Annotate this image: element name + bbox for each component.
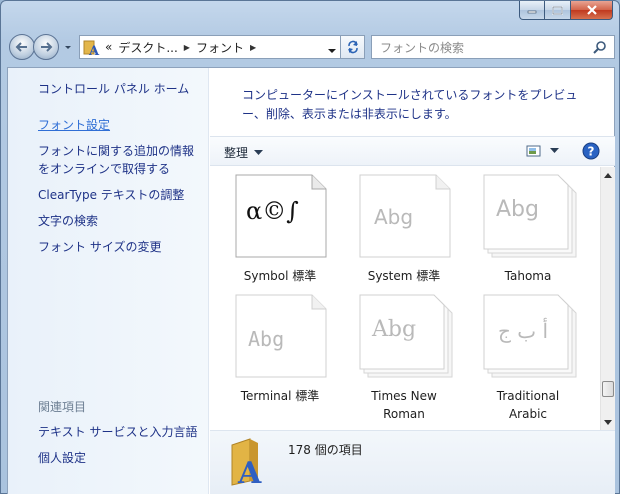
back-button[interactable] <box>9 34 35 60</box>
chevron-down-icon <box>65 46 71 49</box>
font-sample-text: Abg <box>374 205 414 229</box>
help-button[interactable]: ? <box>582 142 600 163</box>
address-bar[interactable]: A « デスクト... ▶ フォント ▶ <box>79 35 341 59</box>
chevron-down-icon <box>254 149 264 155</box>
font-name-line2: Roman <box>383 407 425 421</box>
scroll-down-button[interactable] <box>601 414 615 430</box>
minimize-icon <box>527 10 537 14</box>
forward-button[interactable] <box>33 34 59 60</box>
font-sample-text: أ ب ج <box>498 319 549 343</box>
search-input[interactable]: フォントの検索 <box>371 35 615 59</box>
scroll-up-arrow-icon <box>604 172 612 178</box>
close-button[interactable] <box>571 1 613 20</box>
cleartype-link[interactable]: ClearType テキストの調整 <box>38 186 184 204</box>
maximize-icon <box>552 5 563 15</box>
refresh-icon <box>347 40 358 54</box>
breadcrumb-arrow-icon[interactable]: ▶ <box>250 43 256 52</box>
find-character-link[interactable]: 文字の検索 <box>38 212 98 230</box>
change-view-button[interactable] <box>526 144 559 158</box>
personalize-link[interactable]: 個人設定 <box>38 449 86 467</box>
description-line: ー、削除、表示または非表示にします。 <box>242 107 457 121</box>
navigation-bar: A « デスクト... ▶ フォント ▶ フォントの検索 <box>7 31 615 61</box>
breadcrumb-fonts[interactable]: フォント <box>196 39 244 56</box>
organize-label: 整理 <box>224 146 249 160</box>
font-name-line1: Times New <box>371 389 437 403</box>
close-icon <box>586 5 597 15</box>
item-count: 178 個の項目 <box>288 443 363 457</box>
chevron-down-icon[interactable] <box>550 148 559 154</box>
task-pane: コントロール パネル ホーム フォント設定 フォントに関する追加の情報 をオンラ… <box>8 68 209 494</box>
font-sample-text: α©∫ <box>246 197 299 225</box>
back-arrow-icon <box>15 42 27 52</box>
font-name-line1: Traditional <box>496 389 560 403</box>
details-pane: A 178 個の項目 <box>210 430 615 494</box>
command-bar: 整理 ? <box>210 136 615 166</box>
font-sample-text: Abg <box>372 317 417 342</box>
breadcrumb-desktop[interactable]: デスクト... <box>118 39 177 56</box>
scroll-thumb[interactable] <box>602 381 614 397</box>
organize-button[interactable]: 整理 <box>224 144 264 161</box>
chevron-down-icon <box>328 49 336 53</box>
svg-text:A: A <box>88 44 100 56</box>
explorer-window: A « デスクト... ▶ フォント ▶ フォントの検索 コントロール パネル … <box>0 0 620 494</box>
search-placeholder: フォントの検索 <box>380 40 465 55</box>
scroll-up-button[interactable] <box>601 167 615 183</box>
caption-buttons <box>519 1 613 21</box>
font-settings-link[interactable]: フォント設定 <box>38 116 110 134</box>
font-list: α©∫ Symbol 標準 Abg System 標準 Abg Tahoma A… <box>210 167 600 430</box>
view-options-icon <box>526 145 541 157</box>
control-panel-home-link[interactable]: コントロール パネル ホーム <box>38 80 189 98</box>
fonts-folder-icon: A <box>83 40 100 56</box>
more-font-info-link-line2[interactable]: をオンラインで取得する <box>38 160 170 178</box>
font-name: System 標準 <box>367 269 441 283</box>
recent-pages-dropdown[interactable] <box>63 41 73 53</box>
scroll-down-arrow-icon <box>604 419 612 425</box>
fonts-folder-icon: A <box>231 438 262 487</box>
font-name: Terminal 標準 <box>240 389 320 403</box>
text-services-link[interactable]: テキスト サービスと入力言語 <box>38 423 197 441</box>
vertical-scrollbar[interactable] <box>600 167 615 430</box>
help-icon: ? <box>582 142 600 160</box>
svg-text:?: ? <box>588 145 595 159</box>
font-name-line2: Arabic <box>508 407 548 421</box>
page-description: コンピューターにインストールされているフォントをプレビュ ー、削除、表示または非… <box>242 86 592 124</box>
svg-text:A: A <box>237 456 262 487</box>
breadcrumb-arrow-icon[interactable]: ▶ <box>184 43 190 52</box>
address-dropdown[interactable] <box>327 44 337 58</box>
search-icon[interactable] <box>592 40 608 56</box>
related-heading: 関連項目 <box>38 400 87 414</box>
address-overflow[interactable]: « <box>105 40 112 54</box>
refresh-button[interactable] <box>341 35 365 59</box>
minimize-button[interactable] <box>519 1 545 20</box>
more-font-info-link[interactable]: フォントに関する追加の情報 <box>38 142 194 160</box>
font-name: Tahoma <box>504 269 552 283</box>
description-line: コンピューターにインストールされているフォントをプレビュ <box>242 88 578 102</box>
font-sample-text: Abg <box>496 197 539 222</box>
content-area: コントロール パネル ホーム フォント設定 フォントに関する追加の情報 をオンラ… <box>7 67 615 494</box>
font-sample-text: Abg <box>248 327 285 351</box>
font-name: Symbol 標準 <box>243 269 317 283</box>
maximize-button[interactable] <box>545 1 571 20</box>
forward-arrow-icon <box>41 42 53 52</box>
change-font-size-link[interactable]: フォント サイズの変更 <box>38 238 161 256</box>
main-pane: コンピューターにインストールされているフォントをプレビュ ー、削除、表示または非… <box>210 68 615 494</box>
